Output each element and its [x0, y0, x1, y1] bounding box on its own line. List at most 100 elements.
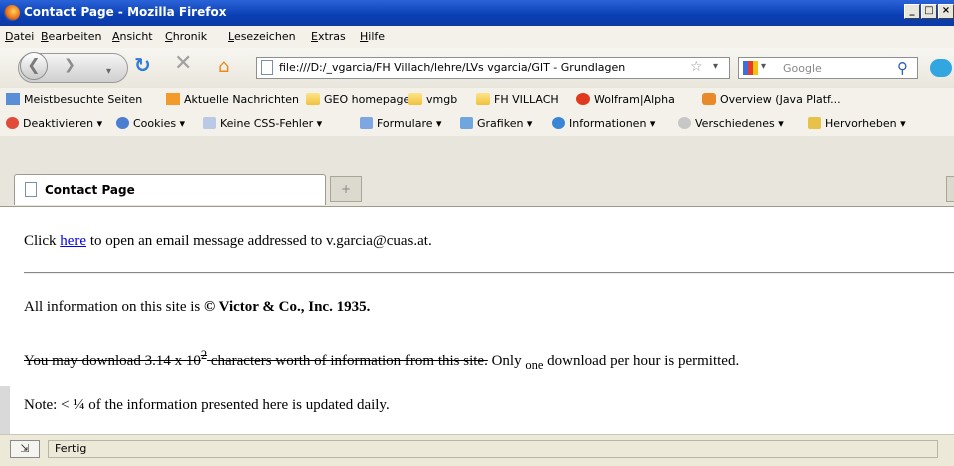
minimize-button[interactable]: _ [904, 4, 920, 19]
wd-formulare[interactable]: Formulare ▾ [360, 117, 442, 130]
text: You may download 3.14 x 10 [24, 353, 201, 369]
background-window-edge [0, 386, 10, 434]
close-button[interactable]: × [938, 4, 954, 19]
search-engine-dropdown-icon[interactable]: ▾ [761, 61, 766, 72]
text: to open an email message addressed to v.… [86, 233, 432, 249]
bookmark-label: Overview (Java Platf... [720, 93, 841, 106]
wd-label: Keine CSS-Fehler ▾ [220, 117, 323, 130]
java-icon [702, 93, 716, 105]
wd-label: Verschiedenes ▾ [695, 117, 784, 130]
email-link[interactable]: here [60, 233, 86, 249]
menu-chronik[interactable]: Chronik [165, 30, 207, 43]
bookmark-star-icon[interactable]: ☆ [690, 59, 703, 75]
forms-icon [360, 117, 373, 129]
wolfram-icon [576, 93, 590, 105]
bookmark-label: vmgb [426, 93, 458, 106]
bookmark-label: Aktuelle Nachrichten [184, 93, 299, 106]
search-icon[interactable]: ⚲ [897, 59, 908, 77]
smart-bookmark-icon [6, 93, 20, 105]
wd-label: Grafiken ▾ [477, 117, 533, 130]
wd-label: Informationen ▾ [569, 117, 656, 130]
stop-icon[interactable]: ✕ [174, 53, 192, 75]
disable-icon [6, 117, 19, 129]
page-content: Click here to open an email message addr… [0, 206, 954, 435]
forward-button[interactable]: ❯ [58, 57, 82, 77]
cookies-icon [116, 117, 129, 129]
bookmark-label: Meistbesuchte Seiten [24, 93, 143, 106]
bookmark-vmgb[interactable]: vmgb [408, 93, 457, 106]
wd-label: Formulare ▾ [377, 117, 442, 130]
title-bar: Contact Page - Mozilla Firefox _ □ × [0, 0, 954, 26]
subscript: one [525, 358, 544, 372]
note-line: Note: < ¼ of the information presented h… [24, 397, 390, 413]
email-line: Click here to open an email message addr… [24, 233, 432, 250]
page-icon [25, 182, 37, 197]
wd-cookies[interactable]: Cookies ▾ [116, 117, 185, 130]
tab-label: Contact Page [45, 183, 135, 197]
status-text: Fertig [48, 440, 938, 458]
history-dropdown-icon[interactable]: ▾ [106, 63, 111, 81]
copyright-line: All information on this site is © Victor… [24, 299, 370, 316]
status-bar: ⇲ Fertig [0, 434, 954, 466]
window-title: Contact Page - Mozilla Firefox [24, 5, 227, 19]
bookmark-label: GEO homepage [324, 93, 411, 106]
url-text[interactable]: file:///D:/_vgarcia/FH Villach/lehre/LVs… [279, 61, 625, 74]
wd-informationen[interactable]: Informationen ▾ [552, 117, 655, 130]
strike-text: You may download 3.14 x 102 characters w… [24, 348, 488, 369]
bookmark-fh-villach[interactable]: FH VILLACH [476, 93, 559, 106]
tab-contact-page[interactable]: Contact Page [14, 174, 326, 205]
bookmark-label: Wolfram|Alpha [594, 93, 675, 106]
page-icon [261, 60, 273, 75]
folder-icon [476, 93, 490, 105]
search-input[interactable]: Google [783, 62, 822, 75]
menu-extras[interactable]: Extras [311, 30, 346, 43]
home-icon[interactable]: ⌂ [218, 58, 229, 76]
wd-css[interactable]: Keine CSS-Fehler ▾ [203, 117, 322, 130]
wd-label: Hervorheben ▾ [825, 117, 906, 130]
skype-icon[interactable] [930, 59, 952, 77]
css-icon [203, 117, 216, 129]
wd-deaktivieren[interactable]: Deaktivieren ▾ [6, 117, 102, 130]
menu-bearbeiten[interactable]: Bearbeiten [41, 30, 101, 43]
misc-icon [678, 117, 691, 129]
wd-hervorheben[interactable]: Hervorheben ▾ [808, 117, 906, 130]
bookmark-meistbesuchte[interactable]: Meistbesuchte Seiten [6, 93, 142, 106]
reload-icon[interactable]: ↻ [134, 55, 151, 75]
menu-bar: Datei Bearbeiten Ansicht Chronik Lesezei… [0, 26, 954, 49]
wd-grafiken[interactable]: Grafiken ▾ [460, 117, 532, 130]
google-icon[interactable] [743, 61, 758, 75]
text: characters worth of information from thi… [207, 353, 488, 369]
rss-icon [166, 93, 180, 105]
highlight-icon [808, 117, 821, 129]
wd-label: Deaktivieren ▾ [23, 117, 103, 130]
web-developer-toolbar: Deaktivieren ▾ Cookies ▾ Keine CSS-Fehle… [0, 112, 954, 137]
text: Click [24, 233, 61, 249]
bookmark-java-overview[interactable]: Overview (Java Platf... [702, 93, 841, 106]
bookmarks-toolbar: Meistbesuchte Seiten Aktuelle Nachrichte… [0, 88, 954, 113]
download-line: You may download 3.14 x 102 characters w… [24, 348, 739, 373]
menu-hilfe[interactable]: Hilfe [360, 30, 385, 43]
info-icon [552, 117, 565, 129]
status-icon: ⇲ [10, 440, 40, 458]
menu-ansicht[interactable]: Ansicht [112, 30, 153, 43]
menu-datei[interactable]: Datei [5, 30, 34, 43]
tab-list-button[interactable] [946, 176, 954, 202]
navigation-toolbar: ❮ ❯ ▾ ↻ ✕ ⌂ file:///D:/_vgarcia/FH Villa… [0, 48, 954, 89]
search-box[interactable]: ▾ Google ⚲ [738, 57, 918, 79]
copyright-bold: © Victor & Co., Inc. 1935. [204, 299, 371, 315]
bookmark-geo-homepage[interactable]: GEO homepage [306, 93, 410, 106]
new-tab-button[interactable]: + [330, 176, 362, 202]
folder-icon [408, 93, 422, 105]
bookmark-aktuelle-nachrichten[interactable]: Aktuelle Nachrichten [166, 93, 299, 106]
menu-lesezeichen[interactable]: Lesezeichen [228, 30, 296, 43]
wd-verschiedenes[interactable]: Verschiedenes ▾ [678, 117, 784, 130]
maximize-button[interactable]: □ [921, 4, 937, 19]
text: All information on this site is [24, 299, 204, 315]
firefox-logo-icon [4, 5, 20, 21]
text: Only [487, 353, 526, 369]
url-dropdown-icon[interactable]: ▾ [713, 61, 718, 72]
back-button[interactable]: ❮ [20, 52, 48, 80]
bookmark-wolfram-alpha[interactable]: Wolfram|Alpha [576, 93, 675, 106]
url-bar[interactable]: file:///D:/_vgarcia/FH Villach/lehre/LVs… [256, 57, 730, 79]
folder-icon [306, 93, 320, 105]
